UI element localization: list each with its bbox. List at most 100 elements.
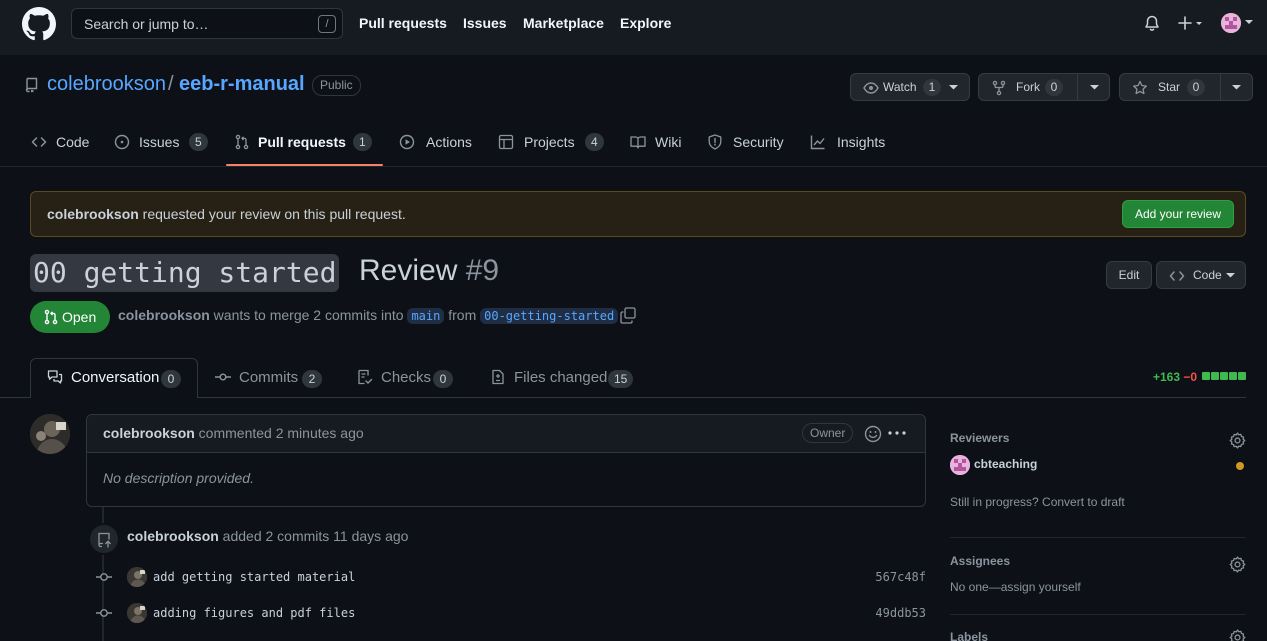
fork-count: 0 (1045, 79, 1063, 96)
star-button[interactable]: Star 0 (1119, 73, 1253, 101)
assign-yourself-link[interactable]: No one—assign yourself (950, 580, 1081, 594)
code-icon (1169, 269, 1185, 283)
diffstat-block (1220, 372, 1228, 380)
diffstat-block (1202, 372, 1210, 380)
star-label: Star (1158, 80, 1181, 94)
timeline-badge (88, 523, 120, 555)
pr-title-code: 00 getting started (30, 254, 340, 292)
table-icon (498, 134, 514, 150)
github-logo-icon[interactable] (22, 7, 56, 41)
diffstat-block (1211, 372, 1219, 380)
comment-body: No description provided. (103, 470, 254, 486)
repo-separator: / (168, 73, 174, 95)
review-request-banner: colebrookson requested your review on th… (30, 191, 1246, 237)
commit-sha[interactable]: 567c48f (875, 570, 926, 584)
timeline-event: colebrookson added 2 commits 11 days ago (127, 528, 408, 544)
git-pull-request-icon (43, 309, 59, 325)
diffstat-block (1229, 372, 1237, 380)
code-icon (31, 134, 47, 150)
labels-title[interactable]: Labels (950, 630, 988, 641)
reviewer-avatar[interactable] (950, 455, 970, 475)
comment-timestamp: commented 2 minutes ago (194, 425, 364, 441)
copy-icon[interactable] (620, 307, 636, 324)
repo-owner-link[interactable]: colebrookson (47, 73, 166, 96)
commit-message[interactable]: add getting started material (153, 570, 355, 584)
chevron-down-icon (1226, 273, 1235, 278)
base-branch[interactable]: main (407, 308, 445, 324)
issue-opened-icon (114, 134, 130, 150)
visibility-badge: Public (312, 75, 361, 96)
reviewer-name[interactable]: cbteaching (974, 457, 1037, 471)
assignees-title[interactable]: Assignees (950, 554, 1010, 568)
bell-icon[interactable] (1144, 15, 1160, 32)
pr-number: #9 (465, 254, 500, 287)
reviewers-title[interactable]: Reviewers (950, 431, 1009, 445)
commit-row: add getting started material 567c48f (94, 567, 926, 587)
commit-author-avatar[interactable] (127, 603, 147, 623)
watch-button[interactable]: Watch 1 (850, 73, 970, 101)
fork-label: Fork (1016, 80, 1040, 94)
star-icon (1132, 80, 1148, 96)
git-commit-icon (215, 369, 231, 385)
shield-icon (707, 134, 723, 150)
comment-author[interactable]: colebrookson (103, 425, 195, 441)
pr-title: Review #9 (359, 254, 499, 288)
commit-author-avatar[interactable] (127, 567, 147, 587)
git-pull-request-icon (234, 134, 250, 150)
nav-issues[interactable]: Issues (463, 15, 507, 31)
pr-title-text: Review (359, 254, 458, 287)
user-avatar[interactable] (1221, 13, 1241, 33)
watch-count: 1 (923, 79, 941, 96)
timeline-author[interactable]: colebrookson (127, 528, 219, 544)
diffstat-deletions: −0 (1183, 370, 1198, 384)
repo-icon (24, 77, 40, 93)
play-icon (399, 134, 415, 150)
nav-explore[interactable]: Explore (620, 15, 671, 31)
avatar-chevron-down-icon[interactable] (1244, 20, 1254, 26)
book-icon (630, 134, 646, 150)
owner-badge: Owner (802, 423, 854, 443)
comment-author-avatar[interactable] (30, 414, 70, 454)
diffstat: +163 −0 (1153, 370, 1197, 384)
plus-dropdown-icon[interactable] (1177, 15, 1205, 31)
commit-message[interactable]: adding figures and pdf files (153, 606, 355, 620)
graph-icon (810, 134, 826, 150)
assignees-gear-icon[interactable] (1229, 556, 1246, 573)
chevron-down-icon (949, 85, 958, 90)
smiley-icon[interactable] (864, 425, 882, 443)
nav-pull-requests[interactable]: Pull requests (359, 15, 447, 31)
fork-icon (991, 80, 1007, 96)
commit-sha[interactable]: 49ddb53 (875, 606, 926, 620)
code-dropdown-label: Code (1193, 268, 1222, 282)
kebab-horizontal-icon[interactable] (888, 431, 906, 435)
labels-gear-icon[interactable] (1229, 629, 1246, 641)
convert-to-draft-link[interactable]: Still in progress? Convert to draft (950, 495, 1125, 509)
nav-marketplace[interactable]: Marketplace (523, 15, 604, 31)
comment-discussion-icon (47, 369, 63, 385)
pr-state-badge: Open (30, 301, 110, 333)
banner-user[interactable]: colebrookson (47, 206, 139, 222)
pr-description-comment: colebrookson commented 2 minutes ago Own… (86, 414, 926, 507)
eye-icon (863, 81, 879, 95)
add-your-review-button[interactable]: Add your review (1121, 200, 1234, 228)
search-input[interactable]: Search or jump to… / (71, 8, 343, 39)
fork-chevron-down-icon[interactable] (1090, 85, 1099, 90)
pr-merge-meta: colebrookson wants to merge 2 commits in… (118, 307, 619, 324)
edit-button[interactable]: Edit (1106, 261, 1152, 289)
commit-row: adding figures and pdf files 49ddb53 (94, 603, 926, 623)
checklist-icon (357, 369, 373, 385)
fork-button[interactable]: Fork 0 (978, 73, 1110, 101)
global-header: Search or jump to… / Pull requests Issue… (0, 0, 1267, 55)
star-count: 0 (1187, 79, 1205, 96)
git-commit-icon (96, 607, 112, 619)
repo-name-link[interactable]: eeb-r-manual (179, 73, 305, 96)
reviewers-gear-icon[interactable] (1229, 432, 1246, 449)
star-chevron-down-icon[interactable] (1232, 85, 1241, 90)
code-dropdown-button[interactable]: Code (1156, 261, 1246, 289)
diffstat-block (1238, 372, 1246, 380)
timeline-action: added 2 commits 11 days ago (218, 528, 409, 544)
banner-message: requested your review on this pull reque… (138, 206, 406, 222)
pr-author-link[interactable]: colebrookson (118, 307, 210, 323)
pending-review-status-icon (1236, 462, 1244, 470)
head-branch[interactable]: 00-getting-started (480, 308, 619, 324)
